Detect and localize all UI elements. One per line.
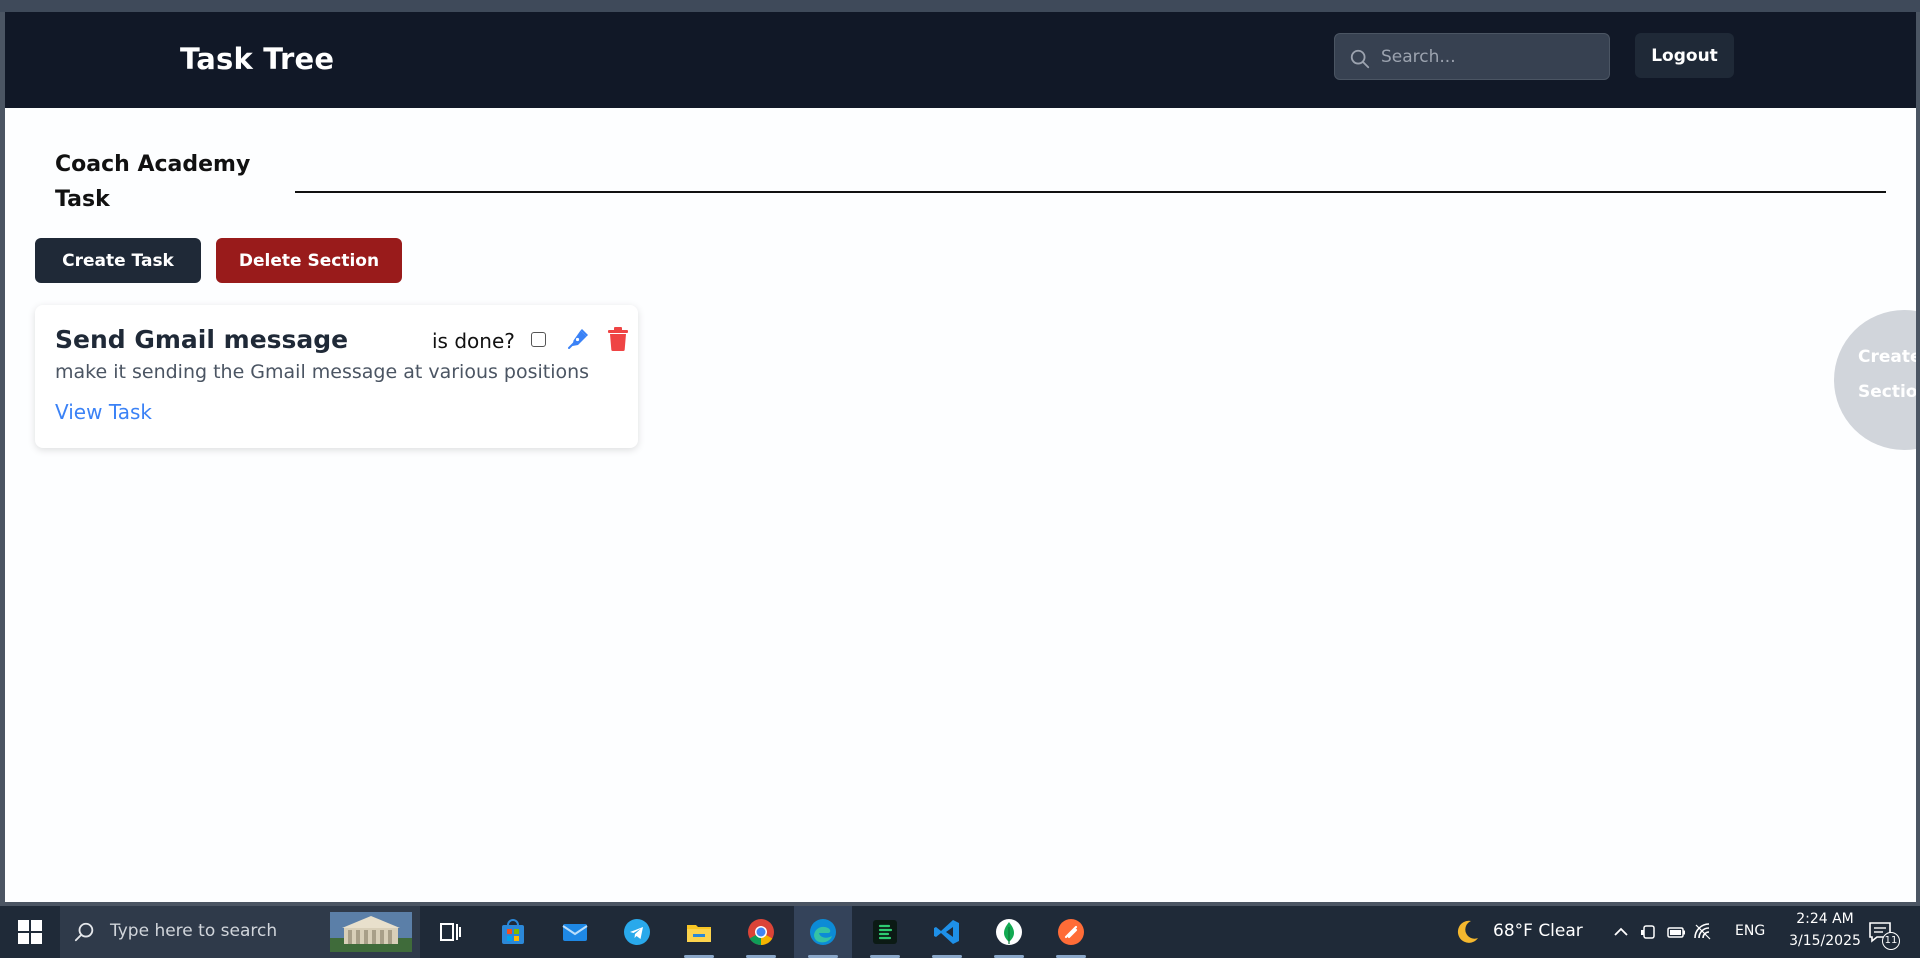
postman-button[interactable] (1042, 906, 1100, 958)
taskbar-search-placeholder: Type here to search (110, 921, 278, 941)
search-icon (1350, 49, 1370, 69)
telegram-icon (624, 919, 650, 945)
chrome-button[interactable] (732, 906, 790, 958)
clock[interactable]: 2:24 AM 3/15/2025 (1775, 906, 1875, 958)
edge-icon (810, 919, 836, 945)
task-title: Send Gmail message (55, 325, 349, 354)
create-section-label: Create Section (1858, 347, 1916, 402)
task-view-icon (440, 923, 461, 941)
code-editor-icon (873, 920, 897, 944)
windows-taskbar: Type here to search 68°F Clear ENG 2:24 … (0, 906, 1920, 958)
task-view-button[interactable] (421, 906, 479, 958)
battery-icon[interactable] (1666, 922, 1686, 942)
file-explorer-icon (687, 925, 711, 942)
mail-icon (562, 924, 588, 941)
clock-time: 2:24 AM (1796, 911, 1854, 927)
done-label: is done? (432, 329, 515, 353)
search-box[interactable] (1334, 33, 1610, 80)
code-editor-button[interactable] (856, 906, 914, 958)
vscode-button[interactable] (918, 906, 976, 958)
mongodb-compass-button[interactable] (980, 906, 1038, 958)
mail-button[interactable] (546, 906, 604, 958)
moon-icon (1457, 920, 1478, 943)
create-task-button[interactable]: Create Task (35, 238, 201, 283)
meet-now-icon[interactable] (1639, 922, 1659, 942)
section-divider (295, 191, 1886, 193)
microsoft-store-button[interactable] (484, 906, 542, 958)
trash-icon[interactable] (608, 327, 628, 351)
microsoft-store-icon (502, 919, 524, 944)
weather-text: 68°F Clear (1493, 921, 1583, 941)
search-highlight-building-icon (330, 912, 412, 952)
wifi-icon[interactable] (1693, 922, 1713, 942)
task-card: Send Gmail message is done? make it send… (35, 305, 638, 448)
postman-icon (1058, 919, 1084, 945)
create-section-button[interactable]: Create Section (1834, 310, 1916, 450)
notification-count-badge: 11 (1882, 932, 1900, 950)
search-icon (74, 922, 94, 942)
clock-date: 3/15/2025 (1789, 933, 1861, 949)
logout-button[interactable]: Logout (1635, 33, 1734, 78)
browser-top-strip (0, 0, 1920, 12)
brand-title[interactable]: Task Tree (180, 42, 334, 76)
edit-pen-icon[interactable] (566, 327, 590, 351)
windows-start-icon[interactable] (18, 920, 42, 944)
edge-button[interactable] (794, 906, 852, 958)
vscode-icon (934, 920, 959, 944)
telegram-button[interactable] (608, 906, 666, 958)
system-tray-icons (1608, 906, 1738, 958)
file-explorer-button[interactable] (670, 906, 728, 958)
done-checkbox[interactable] (531, 332, 546, 347)
search-input[interactable] (1381, 34, 1601, 79)
task-description: make it sending the Gmail message at var… (55, 361, 590, 383)
navbar: Task Tree Logout (5, 12, 1916, 108)
chevron-up-icon[interactable] (1611, 922, 1631, 942)
app-window: Task Tree Logout Coach Academy Task Crea… (5, 12, 1916, 902)
language-indicator[interactable]: ENG (1735, 923, 1765, 939)
section-title: Coach Academy Task (55, 152, 251, 212)
taskbar-search[interactable]: Type here to search (60, 906, 420, 958)
view-task-link[interactable]: View Task (55, 400, 152, 424)
notification-center-button[interactable]: 11 (1862, 906, 1912, 958)
delete-section-button[interactable]: Delete Section (216, 238, 402, 283)
mongodb-compass-icon (996, 919, 1022, 945)
chrome-icon (748, 919, 774, 946)
